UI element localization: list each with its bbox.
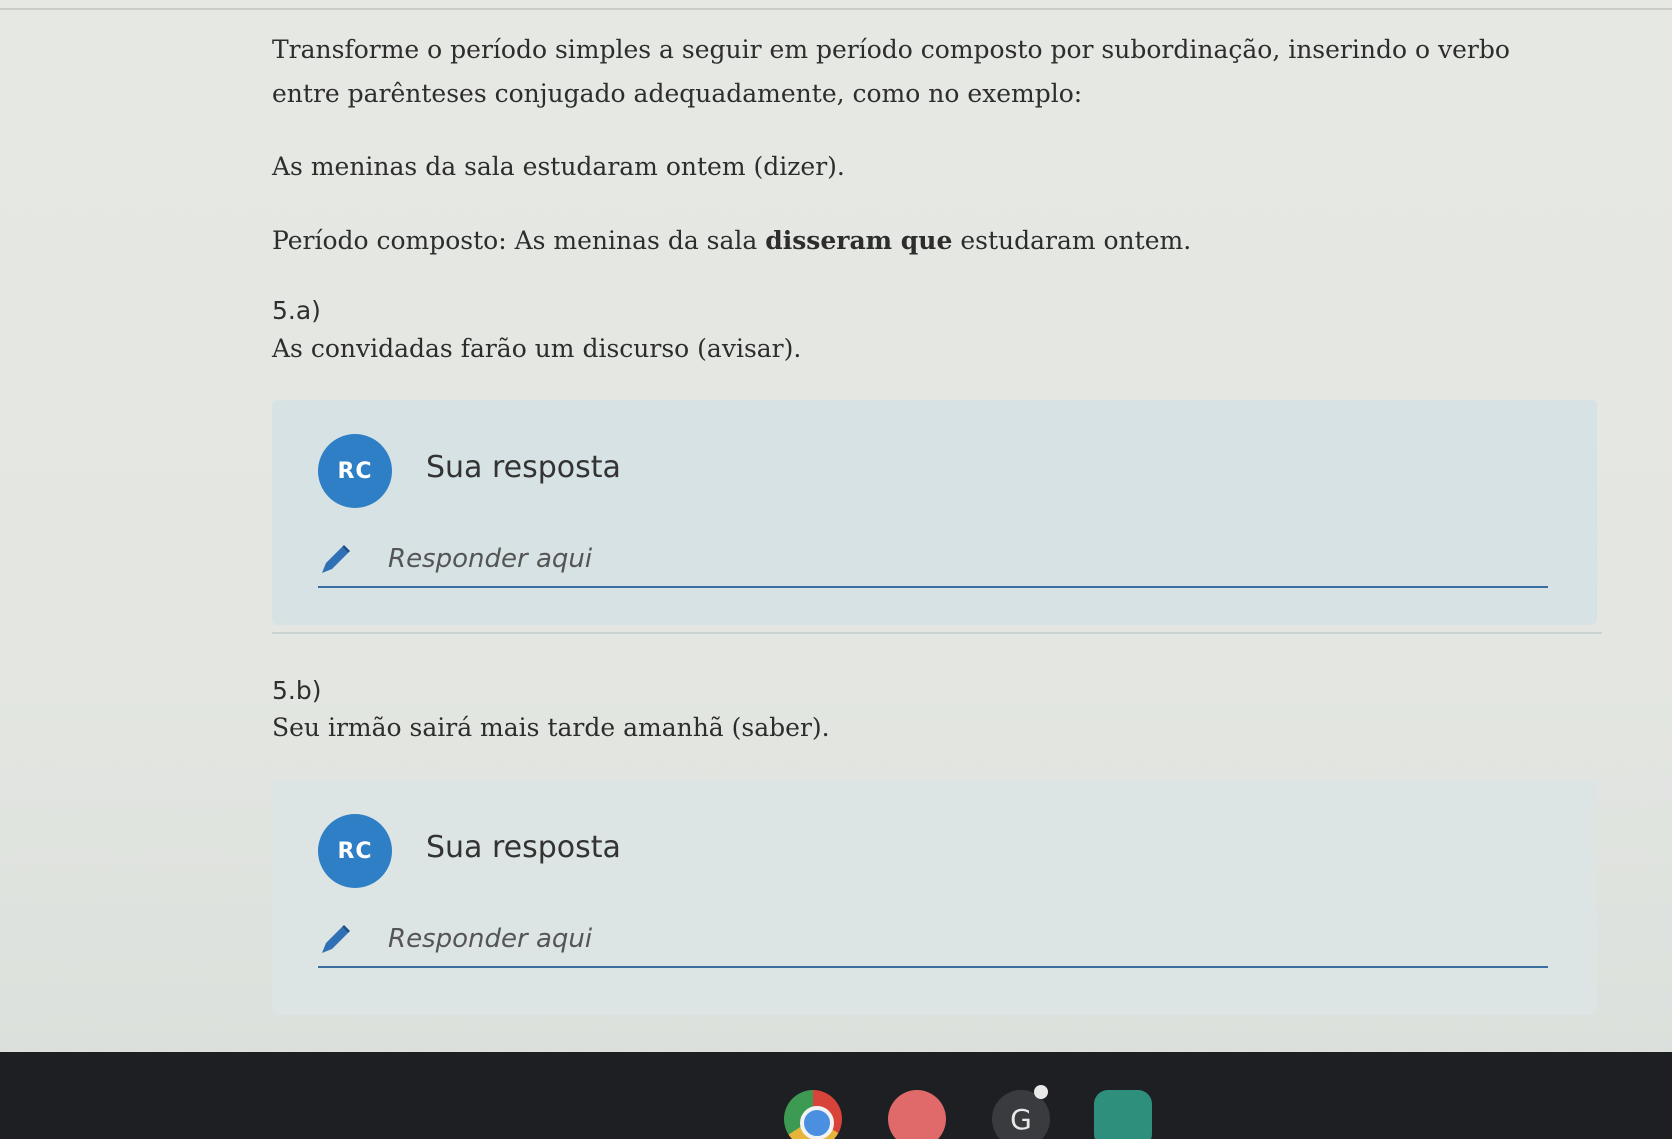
example-composite: Período composto: As meninas da sala dis…: [272, 226, 1191, 255]
answer-label: Sua resposta: [426, 450, 621, 485]
answer-input-5a[interactable]: [388, 538, 1518, 580]
question-text-5b: Seu irmão sairá mais tarde amanhã (saber…: [272, 713, 830, 742]
avatar: RC: [318, 434, 392, 508]
answer-input-underline: [318, 966, 1548, 968]
pencil-icon: [322, 545, 350, 573]
question-number-5a: 5.a): [272, 296, 321, 325]
pencil-icon: [322, 925, 350, 953]
answer-card-5a: RC Sua resposta: [272, 400, 1597, 625]
top-divider: [0, 8, 1672, 10]
card-divider: [272, 632, 1602, 634]
answer-card-5b: RC Sua resposta: [272, 780, 1597, 1015]
chrome-icon[interactable]: [784, 1090, 842, 1139]
answer-input-5b[interactable]: [388, 918, 1518, 960]
question-text-5a: As convidadas farão um discurso (avisar)…: [272, 334, 802, 363]
classroom-icon[interactable]: [1094, 1090, 1152, 1139]
avatar: RC: [318, 814, 392, 888]
example-composite-prefix: Período composto: As meninas da sala: [272, 226, 766, 255]
notification-dot: [1034, 1085, 1048, 1099]
question-instructions: Transforme o período simples a seguir em…: [272, 35, 1510, 108]
example-composite-suffix: estudaram ontem.: [952, 226, 1192, 255]
example-sentence: As meninas da sala estudaram ontem (dize…: [272, 152, 845, 181]
example-composite-bold: disseram que: [765, 226, 953, 255]
answer-label: Sua resposta: [426, 830, 621, 865]
photos-icon[interactable]: [888, 1090, 946, 1139]
answer-input-underline: [318, 586, 1548, 588]
question-number-5b: 5.b): [272, 676, 322, 705]
os-shelf: G: [0, 1052, 1672, 1139]
form-page: Transforme o período simples a seguir em…: [272, 28, 1612, 1015]
